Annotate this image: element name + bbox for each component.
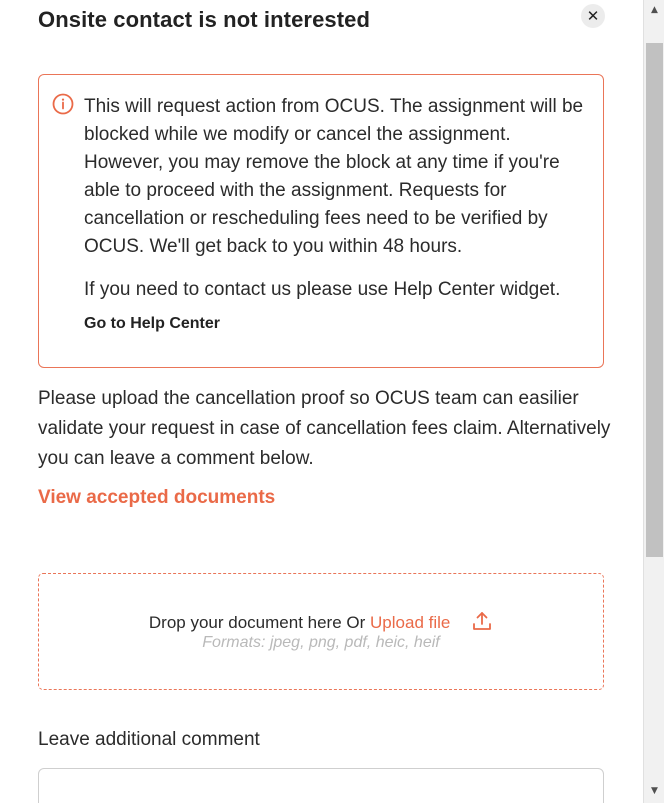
view-accepted-documents-link[interactable]: View accepted documents <box>38 487 275 509</box>
close-button[interactable]: ✕ <box>581 4 605 28</box>
comment-label: Leave additional comment <box>38 729 260 750</box>
dropzone-prompt: Drop your document here Or <box>148 613 366 632</box>
scroll-down-arrow-icon[interactable]: ▼ <box>644 781 664 801</box>
close-icon: ✕ <box>586 7 600 25</box>
file-dropzone[interactable]: Drop your document here Or Upload file F… <box>38 573 604 690</box>
upload-icon[interactable] <box>471 610 493 632</box>
upload-instructions: Please upload the cancellation proof so … <box>38 388 611 469</box>
alert-contact-text: If you need to contact us please use Hel… <box>84 279 561 300</box>
scrollbar-thumb[interactable] <box>646 43 663 557</box>
comment-textarea[interactable] <box>38 768 604 803</box>
scroll-up-arrow-icon[interactable]: ▲ <box>644 0 664 20</box>
info-circle-icon <box>52 93 74 115</box>
vertical-scrollbar[interactable]: ▲ ▼ <box>643 0 664 803</box>
dropzone-prompt-line: Drop your document here Or Upload file <box>39 610 603 633</box>
accepted-formats: Formats: jpeg, png, pdf, heic, heif <box>202 634 440 651</box>
alert-message: This will request action from OCUS. The … <box>84 96 584 257</box>
warning-alert: This will request action from OCUS. The … <box>38 74 604 368</box>
dialog: Onsite contact is not interested ✕ This … <box>0 0 643 803</box>
upload-file-link[interactable]: Upload file <box>370 613 450 632</box>
dialog-title: Onsite contact is not interested <box>38 7 371 32</box>
help-center-link[interactable]: Go to Help Center <box>84 315 220 333</box>
